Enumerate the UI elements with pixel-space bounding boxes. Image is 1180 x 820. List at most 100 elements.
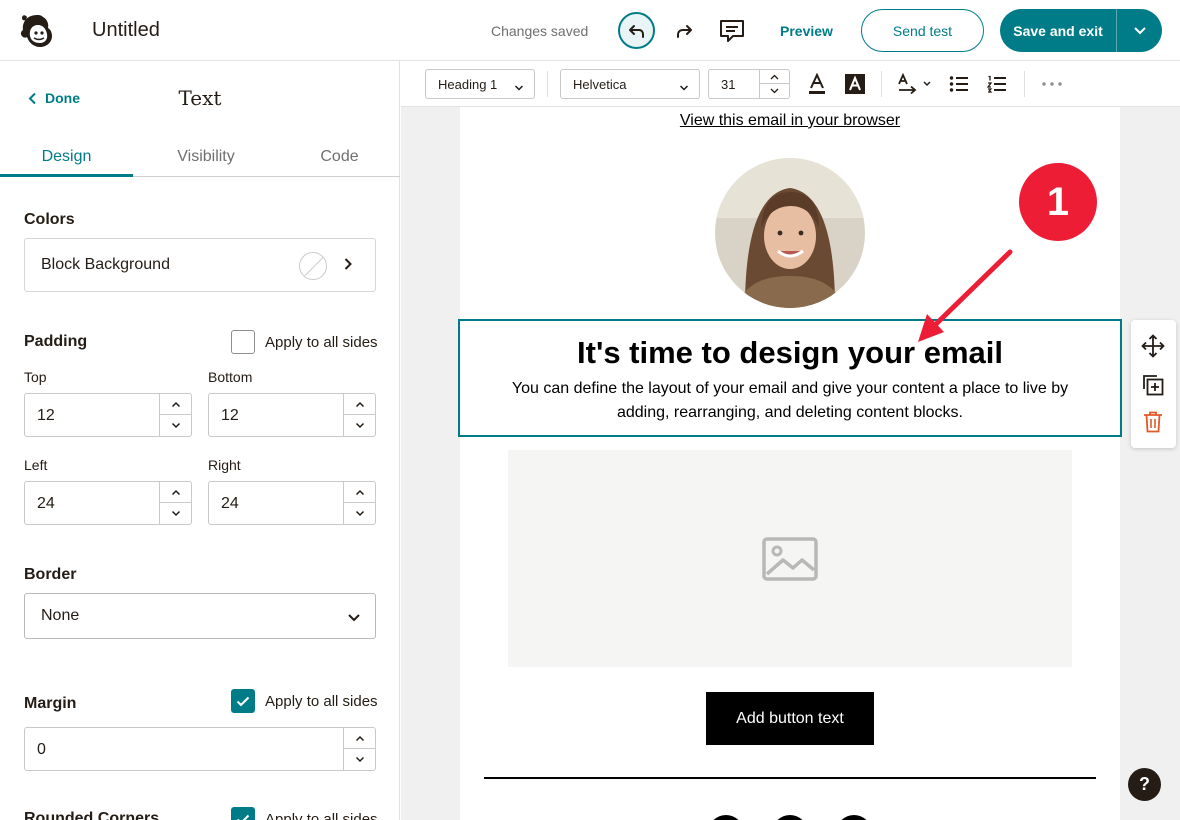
save-and-exit-button[interactable]: Save and exit bbox=[1000, 9, 1162, 52]
trash-icon[interactable] bbox=[1141, 410, 1165, 434]
move-icon[interactable] bbox=[1141, 334, 1165, 358]
increment-button[interactable] bbox=[344, 482, 375, 503]
decrement-button[interactable] bbox=[160, 503, 191, 524]
send-test-button[interactable]: Send test bbox=[861, 9, 984, 52]
decrement-button[interactable] bbox=[160, 415, 191, 436]
padding-top-field[interactable]: 12 bbox=[24, 393, 192, 437]
highlight-icon[interactable] bbox=[843, 72, 867, 96]
border-selected-value: None bbox=[41, 607, 80, 624]
border-select[interactable]: None bbox=[24, 593, 376, 639]
rounded-corners-heading: Rounded Corners bbox=[24, 810, 160, 820]
no-color-icon bbox=[299, 252, 327, 280]
font-family-value: Helvetica bbox=[573, 76, 627, 92]
text-color-icon[interactable] bbox=[805, 72, 829, 96]
text-format-toolbar: Heading 1 Helvetica 31 bbox=[401, 61, 1180, 107]
increment-button[interactable] bbox=[160, 482, 191, 503]
margin-apply-all-checkbox[interactable] bbox=[231, 689, 255, 713]
toolbar-divider bbox=[1024, 71, 1025, 97]
selected-text-block[interactable]: It's time to design your email You can d… bbox=[458, 319, 1122, 437]
decrement-button[interactable] bbox=[760, 84, 789, 98]
padding-left-value[interactable]: 24 bbox=[37, 495, 55, 513]
decrement-button[interactable] bbox=[344, 503, 375, 524]
margin-heading: Margin bbox=[24, 695, 77, 712]
duplicate-icon[interactable] bbox=[1141, 373, 1165, 397]
bullet-list-icon[interactable] bbox=[947, 72, 971, 96]
profile-photo[interactable] bbox=[715, 158, 865, 308]
text-direction-icon[interactable] bbox=[897, 72, 933, 96]
chevron-down-icon bbox=[355, 422, 364, 429]
chevron-down-icon bbox=[171, 510, 180, 517]
social-icon[interactable] bbox=[836, 815, 872, 820]
cta-button[interactable]: Add button text bbox=[706, 692, 874, 745]
font-size-field[interactable]: 31 bbox=[708, 69, 790, 99]
increment-button[interactable] bbox=[344, 394, 375, 415]
tab-code[interactable]: Code bbox=[279, 139, 400, 176]
decrement-button[interactable] bbox=[344, 749, 375, 770]
save-status: Changes saved bbox=[491, 23, 589, 39]
padding-bottom-stepper[interactable] bbox=[343, 394, 375, 436]
padding-apply-all-checkbox[interactable] bbox=[231, 330, 255, 354]
padding-right-stepper[interactable] bbox=[343, 482, 375, 524]
chevron-up-icon bbox=[171, 489, 180, 495]
rounded-apply-all-checkbox[interactable] bbox=[231, 807, 255, 820]
chevron-right-icon bbox=[343, 257, 353, 276]
paragraph-style-select[interactable]: Heading 1 bbox=[425, 69, 535, 99]
save-options-dropdown[interactable] bbox=[1117, 26, 1162, 36]
chevron-down-icon bbox=[347, 610, 361, 628]
increment-button[interactable] bbox=[760, 70, 789, 84]
email-heading[interactable]: It's time to design your email bbox=[460, 335, 1120, 371]
help-button[interactable]: ? bbox=[1128, 768, 1161, 801]
mailchimp-logo-icon[interactable] bbox=[17, 11, 57, 51]
rounded-apply-all-label: Apply to all sides bbox=[265, 810, 378, 820]
padding-top-stepper[interactable] bbox=[159, 394, 191, 436]
chevron-down-icon bbox=[1133, 26, 1146, 34]
comments-button[interactable] bbox=[718, 17, 746, 45]
image-block[interactable] bbox=[508, 450, 1072, 667]
chevron-down-icon bbox=[679, 80, 689, 95]
tab-visibility[interactable]: Visibility bbox=[133, 139, 279, 176]
margin-apply-all[interactable]: Apply to all sides bbox=[231, 689, 378, 713]
chevron-down-icon bbox=[171, 422, 180, 429]
more-icon[interactable] bbox=[1040, 72, 1064, 96]
block-background-picker[interactable]: Block Background bbox=[24, 238, 376, 292]
redo-button[interactable] bbox=[670, 17, 698, 45]
chevron-up-icon bbox=[355, 489, 364, 495]
decrement-button[interactable] bbox=[344, 415, 375, 436]
top-bar: Untitled Changes saved Preview Send test… bbox=[0, 0, 1180, 61]
email-body-text[interactable]: You can define the layout of your email … bbox=[500, 377, 1080, 425]
numbered-list-icon[interactable] bbox=[985, 72, 1009, 96]
padding-left-label: Left bbox=[24, 457, 48, 473]
font-family-select[interactable]: Helvetica bbox=[560, 69, 700, 99]
increment-button[interactable] bbox=[344, 728, 375, 749]
undo-button[interactable] bbox=[618, 12, 655, 49]
padding-bottom-field[interactable]: 12 bbox=[208, 393, 376, 437]
padding-apply-all[interactable]: Apply to all sides bbox=[231, 330, 378, 354]
view-in-browser-link[interactable]: View this email in your browser bbox=[460, 112, 1120, 130]
margin-apply-all-label: Apply to all sides bbox=[265, 692, 378, 710]
padding-bottom-value[interactable]: 12 bbox=[221, 407, 239, 425]
increment-button[interactable] bbox=[160, 394, 191, 415]
margin-field[interactable]: 0 bbox=[24, 727, 376, 771]
chevron-down-icon bbox=[355, 510, 364, 517]
padding-right-field[interactable]: 24 bbox=[208, 481, 376, 525]
tab-design[interactable]: Design bbox=[0, 139, 133, 177]
toolbar-divider bbox=[547, 71, 548, 97]
social-icon[interactable] bbox=[708, 815, 744, 820]
padding-top-value[interactable]: 12 bbox=[37, 407, 55, 425]
social-icon[interactable] bbox=[772, 815, 808, 820]
padding-right-value[interactable]: 24 bbox=[221, 495, 239, 513]
margin-value[interactable]: 0 bbox=[37, 741, 46, 759]
padding-left-stepper[interactable] bbox=[159, 482, 191, 524]
block-background-label: Block Background bbox=[41, 256, 170, 273]
rounded-apply-all[interactable]: Apply to all sides bbox=[231, 807, 378, 820]
redo-icon bbox=[677, 25, 692, 38]
checkmark-icon bbox=[236, 696, 250, 706]
padding-bottom-label: Bottom bbox=[208, 369, 253, 385]
padding-left-field[interactable]: 24 bbox=[24, 481, 192, 525]
campaign-title[interactable]: Untitled bbox=[92, 19, 160, 42]
preview-link[interactable]: Preview bbox=[780, 23, 833, 39]
font-size-value[interactable]: 31 bbox=[721, 77, 735, 92]
block-settings-panel: Done Text Design Visibility Code Colors … bbox=[0, 61, 400, 820]
margin-stepper[interactable] bbox=[343, 728, 375, 770]
font-size-stepper[interactable] bbox=[759, 70, 789, 98]
